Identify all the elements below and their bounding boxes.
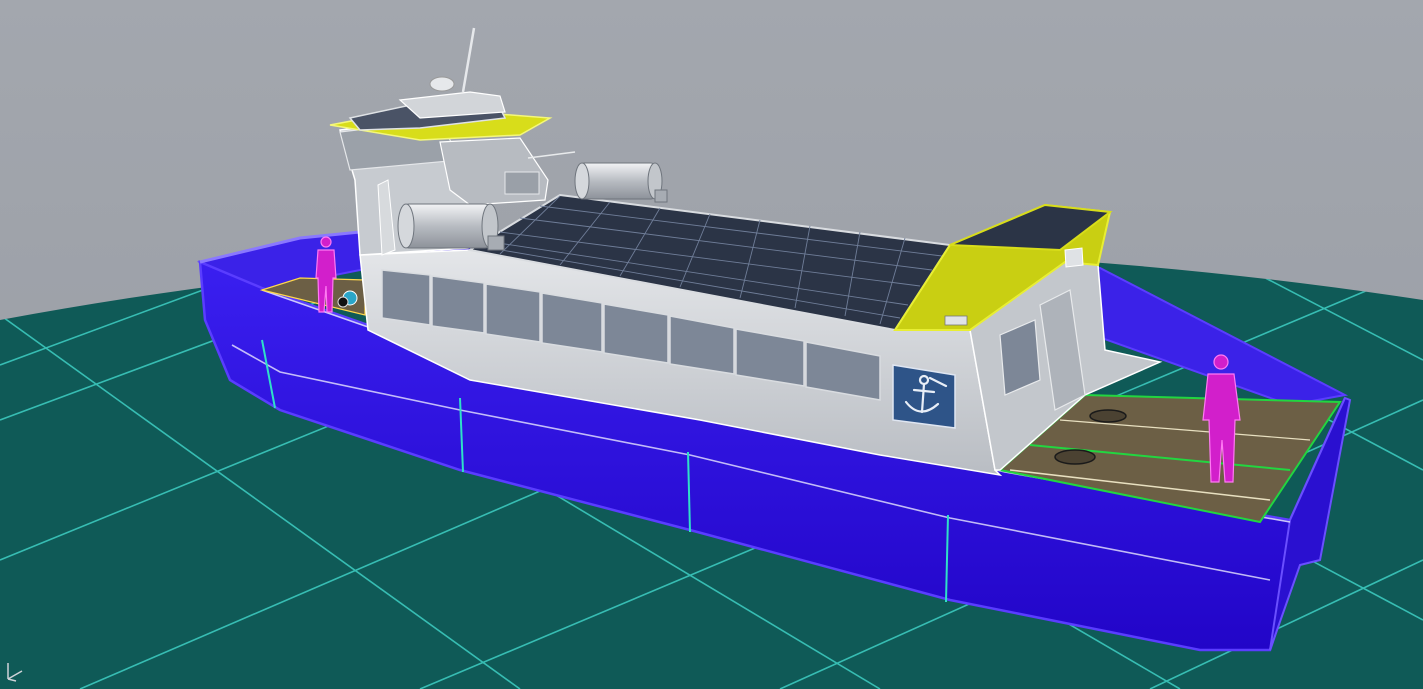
tank-aft: [574, 162, 668, 203]
wheelhouse-box: [504, 171, 540, 195]
tank-fore: [397, 203, 505, 251]
deck-hatch-1[interactable]: [1089, 409, 1127, 423]
3d-viewport[interactable]: [0, 0, 1423, 689]
window-1: [381, 269, 431, 326]
deck-hatch-2[interactable]: [1054, 449, 1096, 465]
window-2: [431, 275, 485, 334]
scene-canvas[interactable]: [0, 0, 1423, 689]
roof-marker-light: [944, 315, 968, 326]
window-5: [603, 303, 669, 364]
window-3: [485, 283, 541, 343]
window-4: [541, 292, 603, 353]
radar-dome: [429, 76, 455, 92]
anchor-emblem: [892, 364, 956, 429]
axis-gizmo-icon[interactable]: [2, 657, 28, 683]
aft-canopy-light: [1064, 247, 1084, 268]
